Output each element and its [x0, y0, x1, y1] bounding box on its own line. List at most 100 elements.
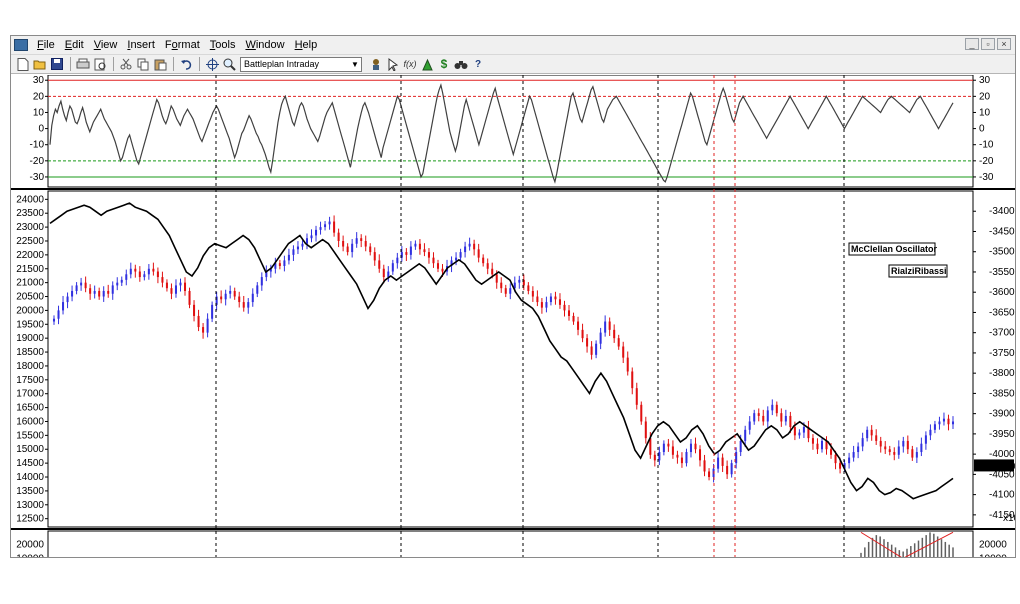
paste-icon[interactable] [152, 56, 168, 72]
copy-icon[interactable] [135, 56, 151, 72]
candle-body [816, 443, 819, 450]
candle-body [870, 429, 873, 436]
osc-left-tick-label: -30 [30, 172, 45, 183]
candle-body [947, 418, 950, 425]
candle-body [662, 443, 665, 453]
cursor-icon[interactable] [385, 56, 401, 72]
candle-body [762, 415, 765, 422]
price-tick-label: 12500 [16, 514, 44, 525]
close-button[interactable]: × [997, 38, 1011, 50]
candle-body [577, 321, 580, 330]
candle-body [342, 240, 345, 247]
undo-icon[interactable] [178, 56, 194, 72]
oscillator-scale-label: -4100 [989, 490, 1015, 501]
menu-insert[interactable]: Insert [122, 36, 160, 54]
save-icon[interactable] [49, 56, 65, 72]
oscillator-scale-label: -3850 [989, 388, 1015, 399]
candle-body [183, 282, 187, 291]
candle-body [942, 418, 945, 422]
candle-body [328, 221, 331, 225]
menu-help[interactable]: Help [290, 36, 323, 54]
toolbar-separator [70, 57, 71, 71]
candle-body [830, 449, 833, 455]
restore-button[interactable]: ▫ [981, 38, 995, 50]
candle-body [929, 429, 932, 436]
osc-right-tick-label: 0 [979, 124, 985, 135]
menu-tools[interactable]: Tools [205, 36, 241, 54]
candle-body [509, 288, 512, 294]
candle-body [491, 268, 494, 275]
price-tick-label: 18500 [16, 347, 44, 358]
candle-body [518, 279, 521, 283]
app-window: File Edit View Insert Format Tools Windo… [10, 35, 1016, 558]
dollar-icon[interactable]: $ [436, 56, 452, 72]
candle-body [793, 427, 796, 436]
candle-body [875, 435, 878, 441]
binoculars-icon[interactable] [453, 56, 469, 72]
candle-body [80, 282, 83, 286]
menu-format[interactable]: Format [160, 36, 205, 54]
menu-file[interactable]: File [32, 36, 60, 54]
new-icon[interactable] [15, 56, 31, 72]
cut-icon[interactable] [118, 56, 134, 72]
candle-body [572, 315, 575, 322]
candle-body [739, 440, 742, 453]
candle-body [373, 252, 376, 261]
chevron-down-icon[interactable]: ▼ [349, 60, 361, 69]
menu-bar: File Edit View Insert Format Tools Windo… [11, 36, 1015, 55]
function-icon[interactable]: f(x) [402, 56, 418, 72]
price-tick-label: 13500 [16, 486, 44, 497]
candle-body [938, 421, 941, 425]
menu-edit[interactable]: Edit [60, 36, 89, 54]
candle-body [143, 274, 146, 278]
candle-body [152, 268, 155, 272]
candle-body [721, 457, 724, 466]
legend-mcclellan: McClellan Oscillator [848, 242, 938, 256]
indicator-icon[interactable] [368, 56, 384, 72]
candle-body [680, 457, 683, 464]
crosshair-icon[interactable] [204, 56, 220, 72]
menu-label: File [37, 39, 55, 51]
candle-body [820, 440, 824, 450]
zoom-icon[interactable] [221, 56, 237, 72]
minimize-button[interactable]: _ [965, 38, 979, 50]
candle-body [613, 329, 616, 339]
candle-body [256, 285, 259, 294]
candle-body [441, 268, 444, 272]
toolbar: Battleplan Intraday ▼ f(x) $ ? [11, 55, 1015, 74]
strategy-icon[interactable] [419, 56, 435, 72]
candle-body [111, 285, 114, 294]
dollar-label: $ [440, 57, 448, 71]
menu-view[interactable]: View [89, 36, 123, 54]
candle-body [473, 243, 476, 250]
chart-area[interactable]: 30 30 20 20 10 10 0 0 -10 -10 -20 -20 -30 -30 24000 235… [11, 75, 1015, 557]
template-select[interactable]: Battleplan Intraday ▼ [240, 56, 362, 72]
price-tick-label: 16000 [16, 416, 44, 427]
candle-body [911, 449, 914, 458]
candle-body [188, 290, 191, 305]
price-tick-label: 20500 [16, 292, 44, 303]
candle-body [866, 429, 869, 439]
function-label: f(x) [403, 59, 417, 69]
menu-mnemonic: o [171, 39, 178, 51]
print-preview-icon[interactable] [92, 56, 108, 72]
legend-label: McClellan Oscillator [851, 244, 938, 254]
print-icon[interactable] [75, 56, 91, 72]
price-tick-label: 17000 [16, 389, 44, 400]
open-icon[interactable] [32, 56, 48, 72]
candle-body [134, 268, 137, 272]
candle-body [468, 243, 471, 247]
candle-body [292, 249, 295, 255]
menu-window[interactable]: Window [240, 36, 289, 54]
help-icon[interactable]: ? [470, 56, 486, 72]
candle-body [771, 404, 774, 411]
app-icon[interactable] [14, 39, 28, 51]
candle-body [247, 302, 250, 308]
candle-body [924, 435, 927, 444]
candle-body [427, 252, 430, 258]
candle-body [165, 282, 168, 289]
candle-body [129, 268, 132, 275]
candle-body [364, 240, 367, 247]
candle-body [206, 318, 209, 333]
volume-right-tick-label: 20000 [979, 540, 1007, 551]
